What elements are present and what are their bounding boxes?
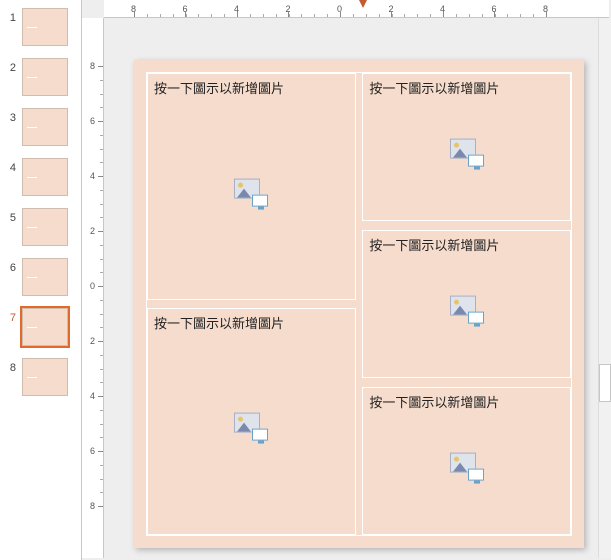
thumbnail-2[interactable]: 2 (0, 56, 81, 106)
ruler-horizontal[interactable]: 8 6 4 2 0 2 4 6 8 (104, 0, 609, 18)
placeholder-prompt: 按一下圖示以新增圖片 (369, 235, 564, 254)
thumbnail-5[interactable]: 5 (0, 206, 81, 256)
insert-picture-icon[interactable] (234, 178, 268, 206)
ruler-h-label: 8 (131, 4, 136, 14)
thumbnail-number: 5 (6, 208, 16, 224)
ruler-v-label: 6 (90, 446, 95, 456)
ruler-v-label: 8 (90, 501, 95, 511)
slide[interactable]: 按一下圖示以新增圖片 按一下圖示以新增圖片 按一下圖示以新增圖片 按一下圖示以新… (134, 60, 584, 548)
picture-placeholder-5[interactable]: 按一下圖示以新增圖片 (362, 387, 571, 535)
thumbnail-preview (22, 108, 68, 146)
ruler-v-label: 6 (90, 116, 95, 126)
thumbnail-preview (22, 158, 68, 196)
placeholder-prompt: 按一下圖示以新增圖片 (154, 313, 349, 332)
ruler-cursor-icon (359, 0, 367, 8)
picture-placeholder-3[interactable]: 按一下圖示以新增圖片 (362, 73, 571, 221)
slide-editor: 8 6 4 2 0 2 4 6 8 8 6 4 2 0 2 4 6 8 按一下圖示以新增圖片 按一下圖示以新增圖… (82, 0, 611, 560)
ruler-h-label: 6 (492, 4, 497, 14)
ruler-h-label: 0 (337, 4, 342, 14)
picture-placeholder-2[interactable]: 按一下圖示以新增圖片 (147, 308, 356, 535)
slide-thumbnail-panel: 1 2 3 4 5 6 7 8 (0, 0, 82, 560)
thumbnail-preview (22, 58, 68, 96)
thumbnail-preview (22, 308, 68, 346)
thumbnail-number: 7 (6, 308, 16, 324)
ruler-v-label: 8 (90, 61, 95, 71)
ruler-h-label: 2 (286, 4, 291, 14)
thumbnail-number: 8 (6, 358, 16, 374)
picture-placeholder-1[interactable]: 按一下圖示以新增圖片 (147, 73, 356, 300)
thumbnail-preview (22, 258, 68, 296)
placeholder-prompt: 按一下圖示以新增圖片 (154, 78, 349, 97)
ruler-h-label: 6 (183, 4, 188, 14)
thumbnail-6[interactable]: 6 (0, 256, 81, 306)
picture-placeholder-4[interactable]: 按一下圖示以新增圖片 (362, 230, 571, 378)
ruler-h-label: 4 (440, 4, 445, 14)
thumbnail-4[interactable]: 4 (0, 156, 81, 206)
insert-picture-icon[interactable] (450, 296, 484, 324)
insert-picture-icon[interactable] (450, 453, 484, 481)
ruler-h-label: 4 (234, 4, 239, 14)
ruler-h-label: 2 (389, 4, 394, 14)
thumbnail-number: 1 (6, 8, 16, 24)
insert-picture-icon[interactable] (234, 413, 268, 441)
thumbnail-8[interactable]: 8 (0, 356, 81, 406)
thumbnail-preview (22, 358, 68, 396)
thumbnail-7[interactable]: 7 (0, 306, 81, 356)
ruler-vertical[interactable]: 8 6 4 2 0 2 4 6 8 (82, 18, 104, 558)
placeholder-prompt: 按一下圖示以新增圖片 (369, 78, 564, 97)
ruler-v-label: 4 (90, 171, 95, 181)
thumbnail-preview (22, 8, 68, 46)
slide-canvas[interactable]: 按一下圖示以新增圖片 按一下圖示以新增圖片 按一下圖示以新增圖片 按一下圖示以新… (104, 18, 609, 558)
thumbnail-preview (22, 208, 68, 246)
thumbnail-3[interactable]: 3 (0, 106, 81, 156)
thumbnail-number: 2 (6, 58, 16, 74)
insert-picture-icon[interactable] (450, 139, 484, 167)
ruler-v-label: 2 (90, 226, 95, 236)
ruler-h-label: 8 (543, 4, 548, 14)
ruler-v-label: 2 (90, 336, 95, 346)
ruler-v-label: 4 (90, 391, 95, 401)
ruler-v-label: 0 (90, 281, 95, 291)
thumbnail-number: 4 (6, 158, 16, 174)
slide-content-area: 按一下圖示以新增圖片 按一下圖示以新增圖片 按一下圖示以新增圖片 按一下圖示以新… (146, 72, 572, 536)
thumbnail-number: 3 (6, 108, 16, 124)
placeholder-prompt: 按一下圖示以新增圖片 (369, 392, 564, 411)
thumbnail-number: 6 (6, 258, 16, 274)
thumbnail-1[interactable]: 1 (0, 6, 81, 56)
